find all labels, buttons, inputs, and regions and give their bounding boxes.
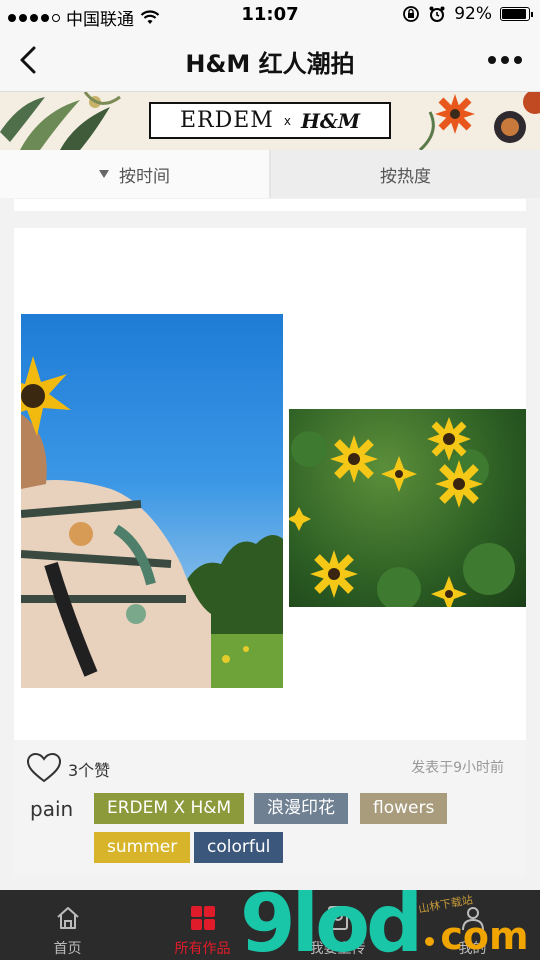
- rotation-lock-icon: [403, 6, 420, 22]
- tabbar-home[interactable]: 首页: [0, 890, 135, 960]
- post-card: 3个赞 发表于9小时前 pain ERDEM X H&M 浪漫印花 flower…: [14, 228, 526, 876]
- grid-icon: [190, 906, 215, 930]
- more-icon[interactable]: [488, 56, 522, 64]
- page-title: H&M 红人潮拍: [185, 50, 355, 78]
- tag-flowers[interactable]: flowers: [360, 793, 448, 824]
- person-icon: [461, 907, 484, 931]
- battery-icon: [500, 7, 533, 21]
- tabbar-upload[interactable]: 我要上传: [270, 890, 405, 960]
- sort-tabs: 按时间 按热度: [0, 150, 540, 198]
- tabbar-all-works[interactable]: 所有作品: [135, 890, 270, 960]
- previous-card-edge: [14, 199, 526, 211]
- tag-romantic-print[interactable]: 浪漫印花: [254, 793, 348, 824]
- like-count: 3个赞: [68, 761, 111, 780]
- tab-by-popularity[interactable]: 按热度: [271, 150, 540, 198]
- logo-hm: H&M: [300, 108, 361, 133]
- tab-label: 按时间: [119, 166, 170, 187]
- nav-bar: H&M 红人潮拍: [0, 30, 540, 92]
- tag-erdem-hm[interactable]: ERDEM X H&M: [94, 793, 245, 824]
- post-timestamp: 发表于9小时前: [411, 760, 504, 776]
- tabbar-label: 所有作品: [174, 941, 231, 957]
- tag-colorful[interactable]: colorful: [194, 832, 284, 863]
- battery-percent: 92%: [454, 4, 492, 24]
- tag-summer[interactable]: summer: [94, 832, 191, 863]
- post-photo-main[interactable]: [21, 314, 283, 688]
- brand-banner[interactable]: ERDEM x H&M: [0, 92, 540, 150]
- status-right: 92%: [402, 4, 533, 24]
- tab-label: 按热度: [380, 166, 431, 187]
- heart-icon[interactable]: [26, 752, 62, 784]
- post-author[interactable]: pain: [30, 797, 73, 821]
- tab-by-time[interactable]: 按时间: [0, 150, 271, 198]
- floral-right-decoration: [418, 92, 540, 150]
- sort-down-icon: [99, 170, 109, 178]
- bottom-tab-bar: 首页 所有作品 我要上传 我的: [0, 890, 540, 960]
- home-icon: [56, 907, 79, 929]
- erdem-hm-logo: ERDEM x H&M: [149, 102, 391, 139]
- status-bar: 中国联通 11:07 92%: [0, 0, 540, 30]
- post-meta: 3个赞 发表于9小时前 pain ERDEM X H&M 浪漫印花 flower…: [14, 740, 526, 876]
- tabbar-mine[interactable]: 我的: [405, 890, 540, 960]
- floral-left-decoration: [0, 92, 121, 150]
- post-photo-flowers[interactable]: [289, 409, 526, 607]
- tabbar-label: 首页: [53, 941, 82, 957]
- upload-icon: [327, 906, 348, 930]
- logo-erdem: ERDEM: [179, 108, 274, 133]
- tabbar-label: 我要上传: [309, 941, 366, 957]
- photo-flowers-art: [289, 417, 515, 607]
- logo-x: x: [283, 113, 291, 128]
- tabbar-label: 我的: [458, 941, 487, 957]
- alarm-icon: [429, 6, 445, 22]
- photo-main-art: [21, 356, 283, 688]
